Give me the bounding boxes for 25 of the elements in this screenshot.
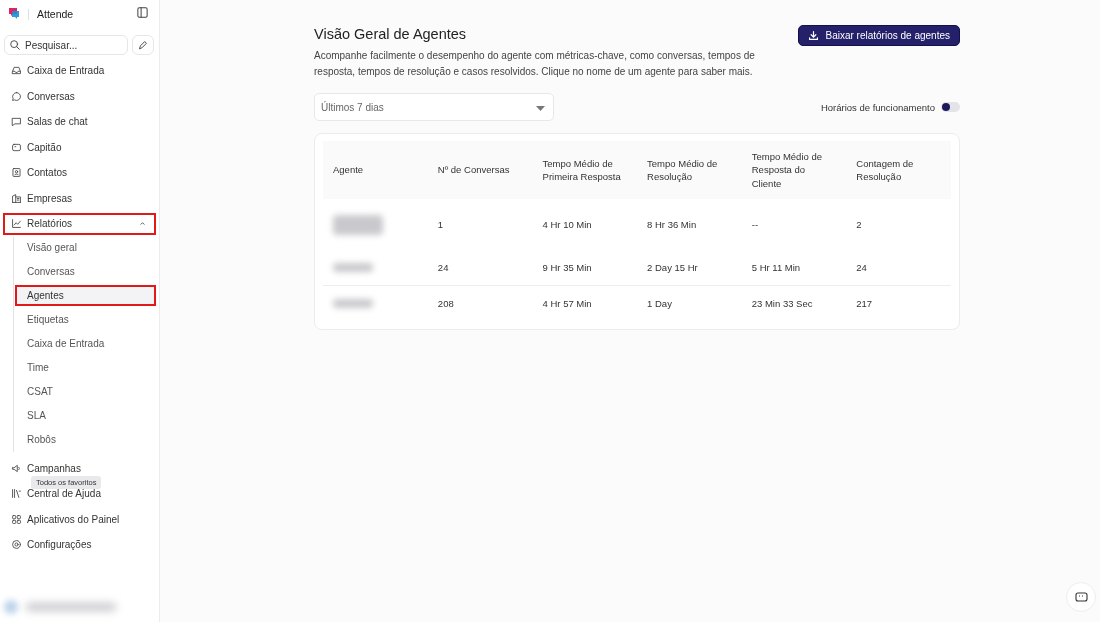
column-header: Tempo Médio de Primeira Resposta — [532, 141, 638, 199]
page-title: Visão Geral de Agentes — [314, 26, 468, 42]
column-header: Tempo Médio de Resposta do Cliente — [741, 141, 847, 199]
column-header: Tempo Médio de Resolução — [637, 141, 742, 199]
table-cell: 23 Min 33 Sec — [741, 285, 847, 321]
table-cell: 4 Hr 10 Min — [532, 199, 638, 250]
table-cell: 1 Day — [637, 285, 742, 321]
table-cell: 2 — [846, 199, 951, 250]
table-cell: 5 Hr 11 Min — [741, 250, 847, 286]
page-description: Acompanhe facilmente o desempenho do agente com métricas-chave, como conversas, tempos de resposta, tempos de resolução e casos resolvidos. Clique no nome de um agente para saber mais. — [314, 49, 756, 79]
table-cell: 1 — [427, 199, 533, 250]
column-header: Contagem de Resolução — [846, 141, 951, 199]
table-cell: 24 — [846, 250, 951, 286]
column-header: Nº de Conversas — [427, 141, 533, 199]
table-cell: 4 Hr 57 Min — [532, 285, 638, 321]
business-hours-label: Horários de funcionamento — [820, 101, 935, 113]
table-cell: 9 Hr 35 Min — [532, 250, 638, 286]
table-cell: 208 — [427, 285, 533, 321]
brand-name: Attende — [28, 8, 128, 20]
table-cell: 8 Hr 36 Min — [637, 199, 742, 250]
table-cell: 2 Day 15 Hr — [637, 250, 742, 286]
table-cell: -- — [741, 199, 847, 250]
table-cell: 217 — [846, 285, 951, 321]
table-cell: 24 — [427, 250, 533, 286]
column-header: Agente — [323, 141, 428, 199]
